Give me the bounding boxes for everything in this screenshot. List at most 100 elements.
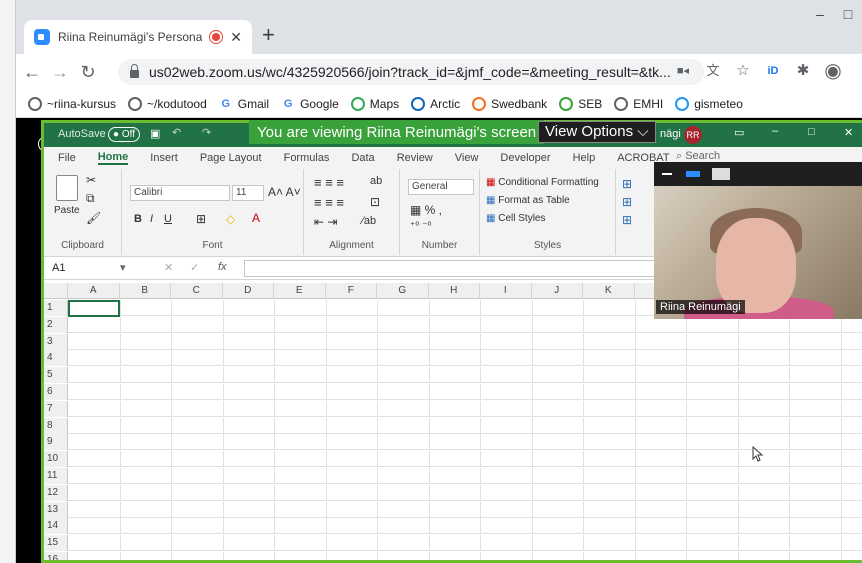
fill-color-icon[interactable]: ◇ (226, 212, 235, 226)
row-header[interactable]: 15 (44, 535, 68, 552)
column-header[interactable]: G (377, 283, 429, 299)
bookmark-seb[interactable]: SEB (559, 96, 602, 111)
ribbon-tab-page-layout[interactable]: Page Layout (200, 152, 262, 164)
paste-icon[interactable] (56, 175, 78, 201)
bookmark-swedbank[interactable]: Swedbank (472, 96, 547, 111)
column-header[interactable]: I (480, 283, 532, 299)
font-color-icon[interactable]: A (252, 211, 260, 225)
column-header[interactable]: D (223, 283, 274, 299)
number-format-box[interactable]: General (408, 179, 474, 195)
wrap-text-icon[interactable]: ab (370, 175, 382, 187)
italic-button[interactable]: I (150, 213, 153, 225)
row-header[interactable]: 3 (44, 333, 68, 350)
new-tab-button[interactable]: + (262, 24, 275, 46)
selected-cell[interactable] (68, 300, 120, 317)
ribbon-tab-home[interactable]: Home (97, 151, 129, 165)
bookmark-arctic[interactable]: Arctic (411, 96, 460, 111)
redo-icon[interactable]: ↷ (202, 126, 211, 139)
conditional-formatting-button[interactable]: ▦ Conditional Formatting (486, 177, 599, 188)
row-header[interactable]: 5 (44, 367, 68, 384)
row-header[interactable]: 6 (44, 384, 68, 400)
insert-cells-icon[interactable]: ⊞ (622, 177, 632, 191)
ribbon-tab-help[interactable]: Help (573, 152, 596, 164)
ribbon-tab-formulas[interactable]: Formulas (284, 152, 330, 164)
column-header[interactable]: E (274, 283, 326, 299)
align-top-icon[interactable]: ≡ ≡ ≡ (314, 175, 344, 190)
merge-icon[interactable]: ⊡ (370, 195, 380, 209)
enter-formula-icon[interactable]: ✓ (190, 261, 199, 274)
copy-icon[interactable]: ⧉ (86, 191, 95, 206)
cell-styles-button[interactable]: ▦ Cell Styles (486, 213, 545, 224)
row-header[interactable]: 10 (44, 451, 68, 468)
bookmark-emhi[interactable]: EMHI (614, 96, 663, 111)
ribbon-tab-developer[interactable]: Developer (500, 152, 550, 164)
browser-tab[interactable]: Riina Reinumägi's Personal M ✕ (24, 20, 252, 54)
video-minimize-icon[interactable] (662, 173, 672, 175)
bookmark-kodutood[interactable]: ~/kodutood (128, 96, 207, 111)
row-header[interactable]: 4 (44, 350, 68, 367)
paste-button[interactable]: Paste (54, 205, 80, 216)
bookmark-gmail[interactable]: G Gmail (219, 97, 269, 111)
font-name-box[interactable]: Calibri (130, 185, 230, 201)
name-box[interactable]: A1 (52, 262, 65, 274)
format-cells-icon[interactable]: ⊞ (622, 213, 632, 227)
reload-icon[interactable]: ↻ (74, 62, 102, 83)
star-icon[interactable]: ☆ (732, 60, 754, 82)
extension-id-icon[interactable]: iD (762, 60, 784, 82)
column-header[interactable]: H (429, 283, 480, 299)
insert-function-icon[interactable]: fx (218, 261, 227, 273)
align-left-icon[interactable]: ≡ ≡ ≡ (314, 195, 344, 210)
bookmark-maps[interactable]: Maps (350, 96, 399, 111)
borders-icon[interactable]: ⊞ (196, 212, 206, 226)
profile-icon[interactable]: ◉ (822, 60, 844, 82)
row-header[interactable]: 8 (44, 417, 68, 434)
view-options-button[interactable]: View Options ⌵ (538, 121, 656, 143)
translate-icon[interactable]: 文 (702, 60, 724, 82)
bold-button[interactable]: B (134, 213, 142, 225)
select-all-corner[interactable] (44, 283, 68, 299)
forward-arrow-icon[interactable]: → (46, 62, 74, 83)
cancel-formula-icon[interactable]: ✕ (164, 261, 173, 274)
name-box-dropdown-icon[interactable]: ▾ (120, 261, 126, 274)
font-grow-icon[interactable]: A˄ A˅ (268, 185, 301, 199)
ribbon-tab-view[interactable]: View (455, 152, 479, 164)
formula-input[interactable] (244, 260, 664, 277)
cut-icon[interactable]: ✂ (86, 173, 96, 187)
underline-button[interactable]: U (164, 213, 172, 225)
orientation-icon[interactable]: ∕ab (362, 215, 376, 227)
decimal-icon[interactable]: ⁺⁰ ⁻⁰ (410, 221, 431, 232)
row-header[interactable]: 12 (44, 484, 68, 501)
ribbon-tab-review[interactable]: Review (397, 152, 433, 164)
participant-video[interactable]: Riina Reinumägi (654, 162, 862, 319)
column-header[interactable]: C (171, 283, 223, 299)
format-as-table-button[interactable]: ▦ Format as Table (486, 195, 570, 206)
video-expand-icon[interactable] (712, 168, 730, 180)
format-painter-icon[interactable]: 🖌 (86, 211, 101, 225)
ribbon-display-icon[interactable]: ▭ (734, 126, 744, 139)
undo-icon[interactable]: ↶ (172, 126, 181, 139)
bookmark-gismeteo[interactable]: gismeteo (675, 96, 743, 111)
puzzle-icon[interactable]: ✱ (792, 60, 814, 82)
row-header[interactable]: 11 (44, 468, 68, 484)
bookmark-riina-kursus[interactable]: ~riina-kursus (28, 96, 116, 111)
currency-percent-icon[interactable]: ▦ % , (410, 203, 442, 217)
indent-icon[interactable]: ⇤ ⇥ (314, 215, 337, 229)
ribbon-tab-file[interactable]: File (58, 152, 76, 164)
row-header[interactable]: 13 (44, 501, 68, 518)
excel-maximize-icon[interactable]: □ (808, 126, 815, 138)
column-header[interactable]: A (68, 283, 120, 299)
autosave-toggle[interactable]: ● Off (108, 127, 140, 142)
font-size-box[interactable]: 11 (232, 185, 264, 201)
spreadsheet-grid[interactable]: ABCDEFGHIJKLMNO 12345678910111213141516 (44, 283, 862, 560)
column-header[interactable]: K (583, 283, 635, 299)
column-header[interactable]: B (120, 283, 171, 299)
column-header[interactable]: F (326, 283, 377, 299)
ribbon-tab-data[interactable]: Data (351, 152, 374, 164)
excel-close-icon[interactable]: ✕ (844, 126, 853, 139)
row-header[interactable]: 2 (44, 316, 68, 333)
row-header[interactable]: 14 (44, 518, 68, 535)
tab-close-icon[interactable]: ✕ (230, 29, 242, 46)
row-header[interactable]: 16 (44, 552, 68, 560)
camera-icon[interactable]: ■◂ (672, 60, 694, 82)
maximize-button[interactable]: □ (834, 0, 862, 30)
